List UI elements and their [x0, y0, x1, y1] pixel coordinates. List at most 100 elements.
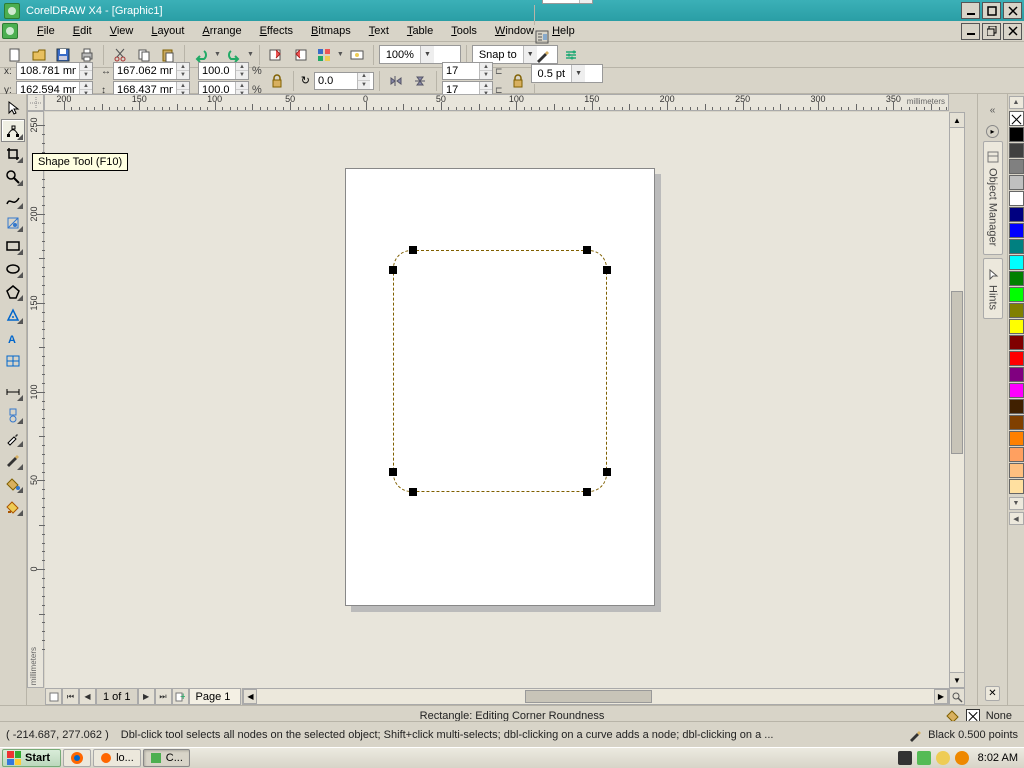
swatch-3[interactable] [1009, 175, 1024, 190]
fill-tool[interactable] [1, 472, 25, 495]
swatch-1[interactable] [1009, 143, 1024, 158]
start-button[interactable]: Start [2, 749, 61, 767]
outline-tool[interactable] [1, 449, 25, 472]
maximize-button[interactable] [982, 2, 1001, 19]
taskbar-item-1[interactable]: lo... [93, 749, 141, 767]
docker-close-button[interactable]: ✕ [985, 686, 1000, 701]
mdi-minimize-button[interactable] [961, 23, 980, 40]
menu-bitmaps[interactable]: Bitmaps [302, 22, 360, 40]
scale-x-input[interactable]: ▲▼ [198, 62, 249, 80]
menu-view[interactable]: View [101, 22, 143, 40]
corner-br-input[interactable]: ▲▼ [542, 0, 593, 4]
swatch-17[interactable] [1009, 399, 1024, 414]
export-button[interactable] [289, 44, 311, 66]
mirror-h-button[interactable] [385, 70, 407, 92]
x-position-input[interactable]: ▲▼ [16, 62, 93, 80]
swatch-9[interactable] [1009, 271, 1024, 286]
horizontal-scrollbar[interactable]: ◀ ▶ [242, 688, 949, 705]
doc-nav-icon[interactable] [45, 688, 62, 705]
menu-text[interactable]: Text [360, 22, 398, 40]
text-tool[interactable]: A [1, 326, 25, 349]
swatch-21[interactable] [1009, 463, 1024, 478]
menu-table[interactable]: Table [398, 22, 442, 40]
palette-scroll-up[interactable]: ▲ [1009, 96, 1024, 109]
tray-icon-3[interactable] [936, 751, 950, 765]
swatch-15[interactable] [1009, 367, 1024, 382]
zoom-tool-corner[interactable] [949, 688, 965, 705]
swatch-12[interactable] [1009, 319, 1024, 334]
swatch-14[interactable] [1009, 351, 1024, 366]
basic-shapes-tool[interactable] [1, 303, 25, 326]
page-prev-button[interactable]: ◀ [79, 688, 96, 705]
swatch-4[interactable] [1009, 191, 1024, 206]
swatch-10[interactable] [1009, 287, 1024, 302]
ruler-origin-button[interactable] [27, 94, 44, 111]
outline-width-combo[interactable]: 0.5 pt▼ [531, 64, 603, 83]
swatch-19[interactable] [1009, 431, 1024, 446]
menu-layout[interactable]: Layout [142, 22, 193, 40]
docker-object-manager[interactable]: Object Manager [983, 141, 1003, 255]
welcome-button[interactable] [346, 44, 368, 66]
swatch-13[interactable] [1009, 335, 1024, 350]
shape-tool[interactable] [1, 119, 25, 142]
palette-scroll-down[interactable]: ▼ [1009, 497, 1024, 510]
smart-fill-tool[interactable] [1, 211, 25, 234]
close-button[interactable] [1003, 2, 1022, 19]
interactive-blend-tool[interactable] [1, 403, 25, 426]
page-tab-1[interactable]: Page 1 [189, 688, 242, 705]
page-first-button[interactable]: ⏮ [62, 688, 79, 705]
swatch-5[interactable] [1009, 207, 1024, 222]
wrap-text-button[interactable] [531, 26, 553, 48]
taskbar-item-2[interactable]: C... [143, 749, 190, 767]
docker-hints[interactable]: Hints [983, 258, 1003, 319]
swatch-11[interactable] [1009, 303, 1024, 318]
swatch-0[interactable] [1009, 127, 1024, 142]
swatch-20[interactable] [1009, 447, 1024, 462]
swatch-6[interactable] [1009, 223, 1024, 238]
app-launcher-button[interactable] [313, 44, 335, 66]
add-page-button[interactable]: + [172, 688, 189, 705]
quicklaunch-firefox[interactable] [63, 749, 91, 767]
mirror-v-button[interactable] [409, 70, 431, 92]
rotation-input[interactable]: ▲▼ [314, 72, 374, 90]
menu-tools[interactable]: Tools [442, 22, 486, 40]
docker-expand-button[interactable]: « [987, 97, 999, 123]
rectangle-tool[interactable] [1, 234, 25, 257]
crop-tool[interactable] [1, 142, 25, 165]
page-next-button[interactable]: ▶ [138, 688, 155, 705]
interactive-fill-tool[interactable] [1, 495, 25, 518]
swatch-18[interactable] [1009, 415, 1024, 430]
pick-tool[interactable] [1, 96, 25, 119]
zoom-tool[interactable] [1, 165, 25, 188]
vertical-ruler[interactable]: millimeters250200150100500 [27, 111, 44, 688]
mdi-close-button[interactable] [1003, 23, 1022, 40]
dimension-tool[interactable] [1, 380, 25, 403]
swatch-22[interactable] [1009, 479, 1024, 494]
import-button[interactable] [265, 44, 287, 66]
swatch-none[interactable] [1009, 111, 1024, 126]
table-tool[interactable] [1, 349, 25, 372]
tray-icon-1[interactable] [898, 751, 912, 765]
minimize-button[interactable] [961, 2, 980, 19]
corner-lock-button[interactable] [507, 70, 529, 92]
mdi-restore-button[interactable] [982, 23, 1001, 40]
menu-effects[interactable]: Effects [251, 22, 302, 40]
swatch-7[interactable] [1009, 239, 1024, 254]
swatch-8[interactable] [1009, 255, 1024, 270]
ellipse-tool[interactable] [1, 257, 25, 280]
horizontal-ruler[interactable]: millimeters20015010050050100150200250300… [44, 94, 949, 111]
menu-edit[interactable]: Edit [64, 22, 101, 40]
width-input[interactable]: ▲▼ [113, 62, 190, 80]
lock-ratio-button[interactable] [266, 70, 288, 92]
corner-tl-input[interactable]: ▲▼ [442, 62, 493, 80]
tray-icon-4[interactable] [955, 751, 969, 765]
selected-rectangle[interactable] [385, 242, 615, 500]
docker-flyout-button[interactable]: ▸ [986, 125, 999, 138]
vertical-scrollbar[interactable]: ▲▼ [949, 112, 965, 688]
freehand-tool[interactable] [1, 188, 25, 211]
polygon-tool[interactable] [1, 280, 25, 303]
palette-flyout[interactable]: ◀ [1009, 512, 1024, 525]
swatch-2[interactable] [1009, 159, 1024, 174]
menu-arrange[interactable]: Arrange [193, 22, 250, 40]
swatch-16[interactable] [1009, 383, 1024, 398]
